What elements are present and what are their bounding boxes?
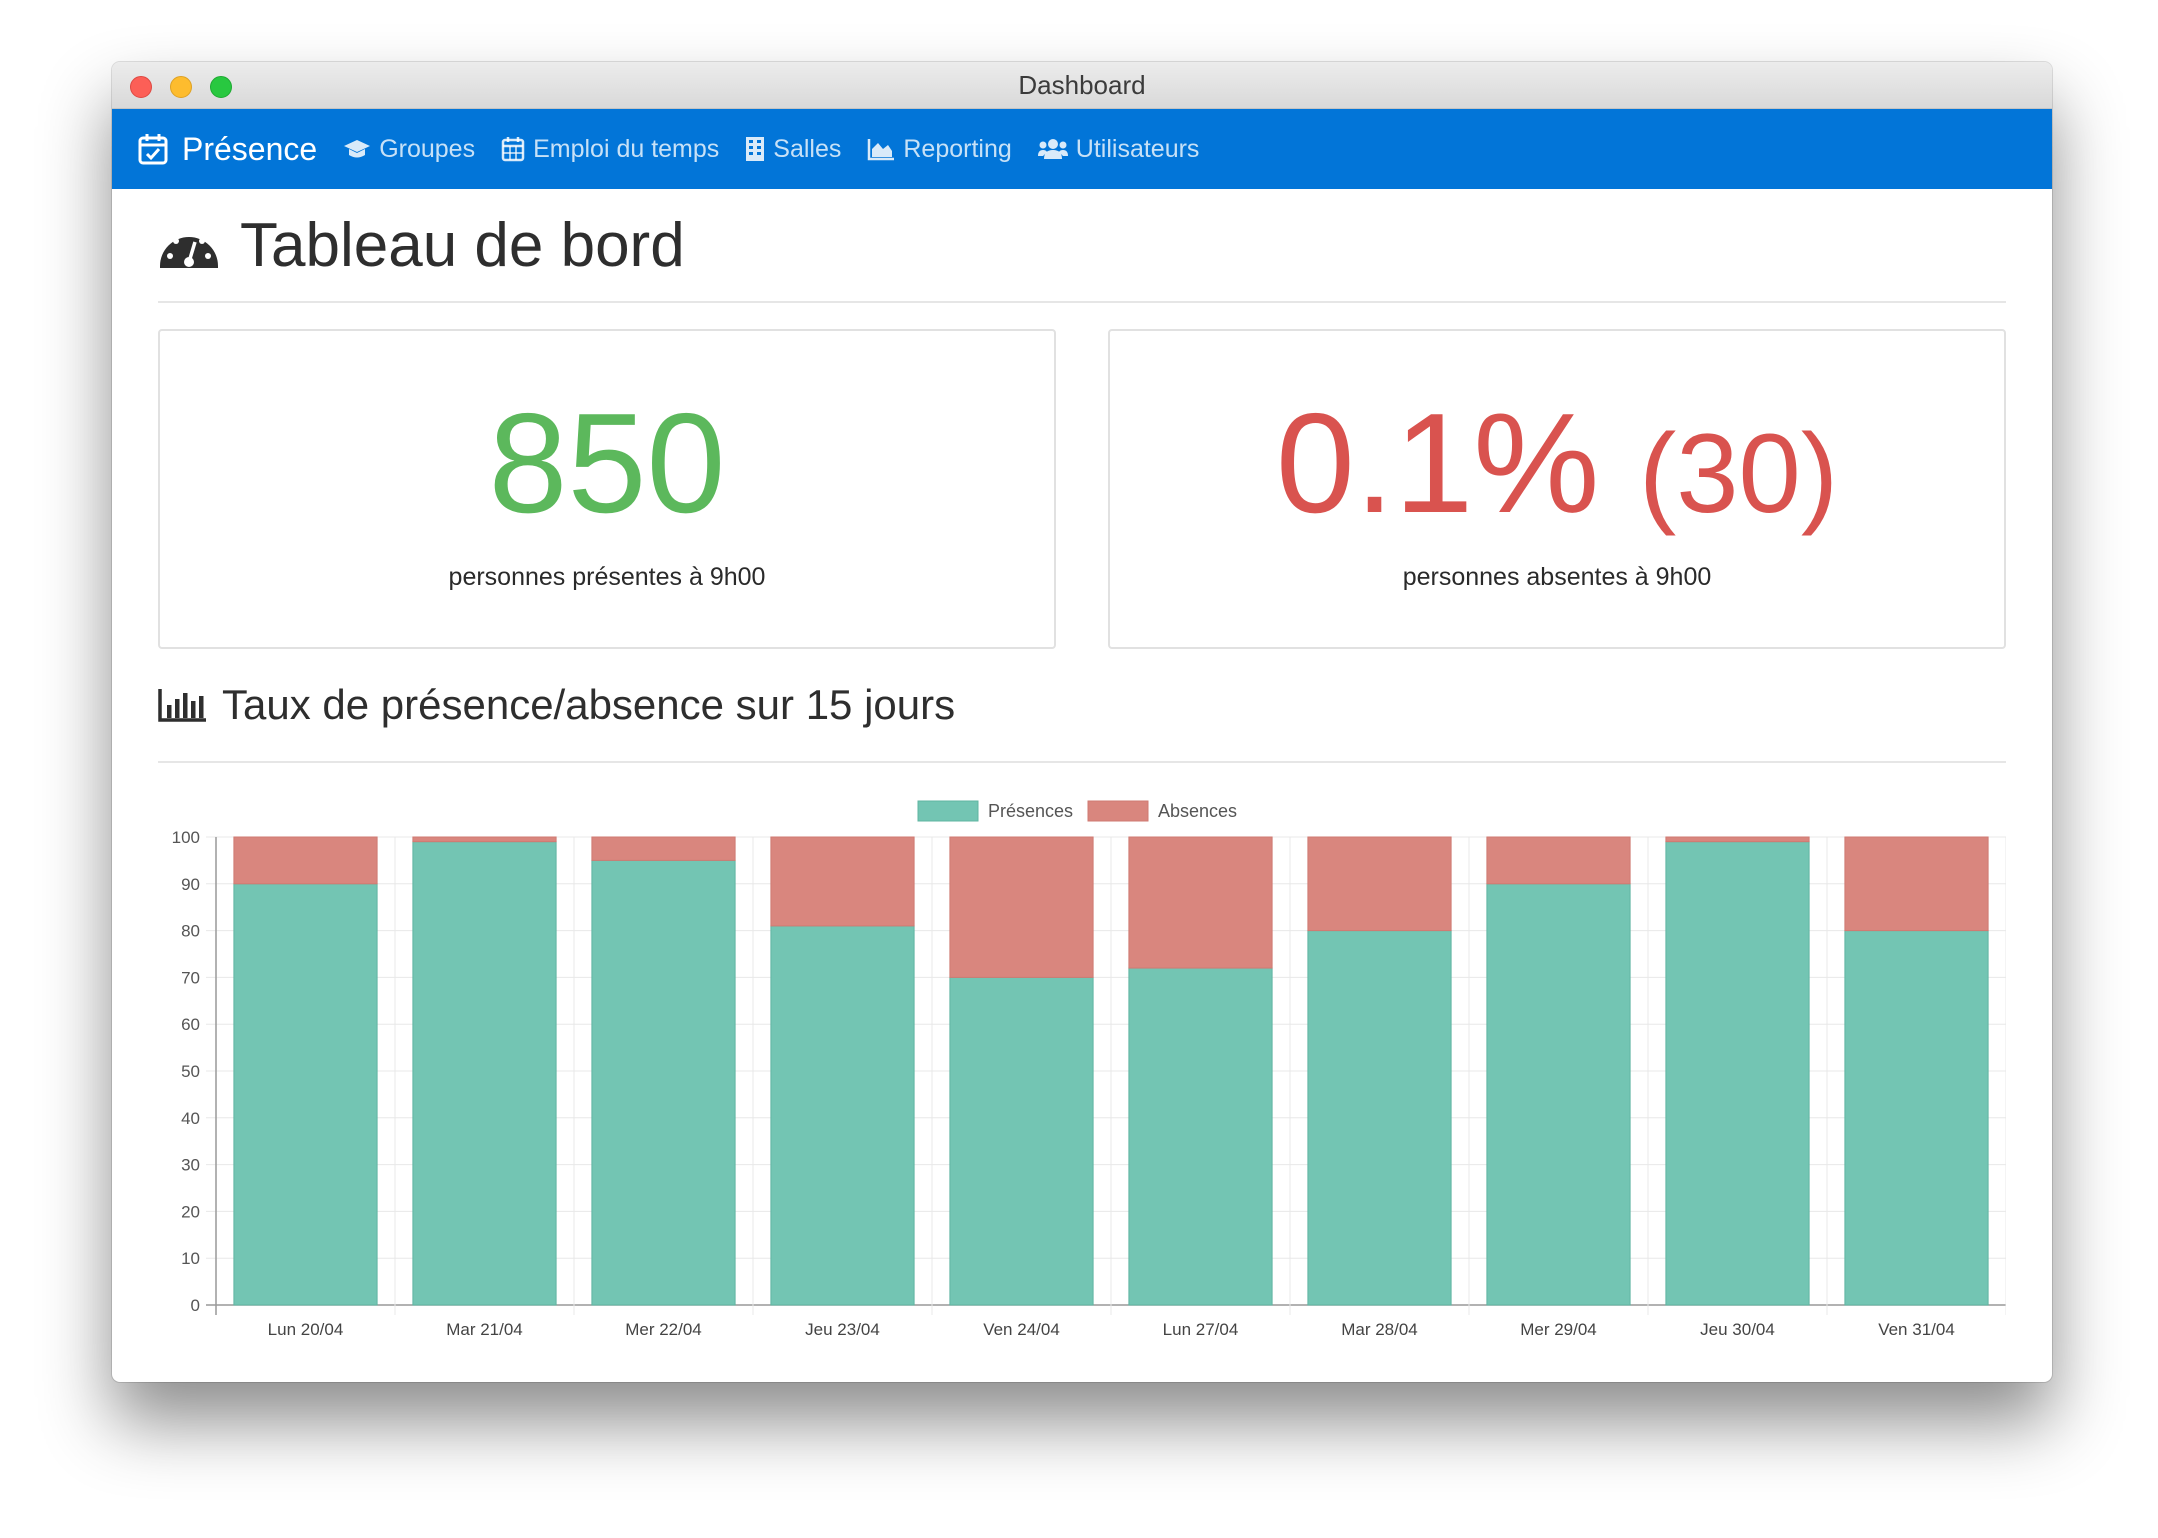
y-tick-label: 90 bbox=[181, 875, 200, 894]
x-tick-label: Lun 20/04 bbox=[268, 1320, 344, 1339]
navbar: Présence Groupes Emploi du temps Salles … bbox=[112, 109, 2052, 189]
area-chart-icon bbox=[868, 139, 895, 161]
nav-brand-label: Présence bbox=[182, 130, 318, 167]
bar-chart-icon bbox=[158, 689, 206, 722]
absent-caption: personnes absentes à 9h00 bbox=[1402, 563, 1712, 591]
x-tick-label: Mer 22/04 bbox=[625, 1320, 702, 1339]
absence-bar bbox=[1128, 836, 1273, 969]
absence-bar bbox=[233, 836, 378, 885]
legend-swatch bbox=[1087, 800, 1149, 822]
nav-item-label: Reporting bbox=[903, 134, 1012, 163]
presence-bar bbox=[412, 841, 557, 1306]
presence-bar bbox=[1844, 930, 1989, 1306]
presence-bar bbox=[1128, 967, 1273, 1306]
chart-section-title: Taux de présence/absence sur 15 jours bbox=[222, 681, 956, 728]
calendar-check-icon bbox=[138, 134, 168, 165]
x-tick-label: Mar 28/04 bbox=[1341, 1320, 1418, 1339]
presence-bar bbox=[1307, 930, 1452, 1306]
nav-item-utilisateurs[interactable]: Utilisateurs bbox=[1037, 134, 1200, 164]
presence-bar bbox=[591, 859, 736, 1306]
nav-item-groupes[interactable]: Groupes bbox=[343, 135, 475, 164]
y-tick-label: 30 bbox=[181, 1156, 200, 1175]
nav-item-label: Groupes bbox=[379, 134, 476, 163]
y-tick-label: 50 bbox=[181, 1062, 200, 1081]
absence-bar bbox=[591, 836, 736, 861]
title-bar: Dashboard bbox=[112, 62, 2052, 109]
x-tick-label: Ven 31/04 bbox=[1878, 1320, 1955, 1339]
absence-bar bbox=[1486, 836, 1631, 885]
stat-cards: 850 personnes présentes à 9h00 0.1% (30)… bbox=[158, 329, 2006, 649]
absent-stat: 0.1% (30) bbox=[1110, 389, 2004, 549]
chart-section-header: Taux de présence/absence sur 15 jours bbox=[158, 649, 2006, 763]
presence-bar bbox=[770, 925, 915, 1306]
y-tick-label: 0 bbox=[191, 1296, 200, 1315]
absence-bar bbox=[1844, 836, 1989, 932]
y-tick-label: 60 bbox=[181, 1015, 200, 1034]
x-tick-label: Jeu 30/04 bbox=[1700, 1320, 1775, 1339]
legend-label: Absences bbox=[1158, 801, 1237, 821]
presence-bar bbox=[949, 976, 1094, 1306]
absence-bar bbox=[770, 836, 915, 927]
chart-container: 0 10 20 30 40 50 60 70 80 90 100 Lun 20/04 Mar 21/04… bbox=[158, 785, 2007, 1370]
page-title: Tableau de bord bbox=[240, 210, 685, 280]
present-caption: personnes présentes à 9h00 bbox=[448, 563, 766, 591]
x-tick-label: Jeu 23/04 bbox=[805, 1320, 880, 1339]
main-content: Tableau de bord 850 personnes présentes … bbox=[112, 189, 2052, 1370]
x-tick-label: Lun 27/04 bbox=[1163, 1320, 1239, 1339]
y-tick-label: 70 bbox=[181, 968, 200, 987]
absence-bar bbox=[412, 836, 557, 843]
x-tick-label: Mar 21/04 bbox=[446, 1320, 523, 1339]
stacked-bar-chart: 0 10 20 30 40 50 60 70 80 90 100 Lun 20/04 Mar 21/04… bbox=[172, 800, 2007, 1339]
presence-bar bbox=[1665, 841, 1810, 1306]
y-tick-label: 100 bbox=[172, 828, 200, 847]
nav-item-salles[interactable]: Salles bbox=[745, 135, 841, 164]
y-tick-label: 20 bbox=[181, 1202, 200, 1221]
y-tick-label: 10 bbox=[181, 1249, 200, 1268]
nav-item-reporting[interactable]: Reporting bbox=[867, 134, 1012, 164]
building-icon bbox=[746, 137, 765, 161]
graduation-cap-icon bbox=[344, 140, 371, 158]
dashboard-gauge-icon bbox=[160, 231, 218, 268]
nav-item-emploi-du-temps[interactable]: Emploi du temps bbox=[501, 135, 719, 164]
absent-card: 0.1% (30) personnes absentes à 9h00 bbox=[1108, 329, 2006, 649]
absence-bar bbox=[1307, 836, 1452, 932]
x-tick-label: Ven 24/04 bbox=[983, 1320, 1060, 1339]
absence-bar bbox=[1665, 836, 1810, 843]
presence-bar bbox=[1486, 883, 1631, 1306]
page-header: Tableau de bord bbox=[158, 189, 2006, 303]
window-title: Dashboard bbox=[1018, 70, 1146, 100]
absent-percent: 0.1% bbox=[1275, 384, 1600, 543]
nav-brand-presence[interactable]: Présence bbox=[138, 131, 317, 168]
present-card: 850 personnes présentes à 9h00 bbox=[158, 329, 1056, 649]
nav-item-label: Utilisateurs bbox=[1075, 134, 1200, 163]
y-tick-label: 40 bbox=[181, 1109, 200, 1128]
app-window: Dashboard Présence Groupes Emploi du tem… bbox=[112, 62, 2052, 1382]
nav-item-label: Emploi du temps bbox=[533, 134, 720, 163]
legend-swatch bbox=[917, 800, 979, 822]
y-tick-label: 80 bbox=[181, 922, 200, 941]
absence-bar bbox=[949, 836, 1094, 978]
legend-label: Présences bbox=[988, 801, 1073, 821]
absent-count: (30) bbox=[1638, 411, 1839, 536]
nav-item-label: Salles bbox=[773, 134, 842, 163]
calendar-icon bbox=[501, 137, 525, 162]
users-icon bbox=[1037, 139, 1068, 159]
present-count: 850 bbox=[488, 384, 726, 543]
presence-bar bbox=[233, 883, 378, 1306]
x-tick-label: Mer 29/04 bbox=[1520, 1320, 1597, 1339]
